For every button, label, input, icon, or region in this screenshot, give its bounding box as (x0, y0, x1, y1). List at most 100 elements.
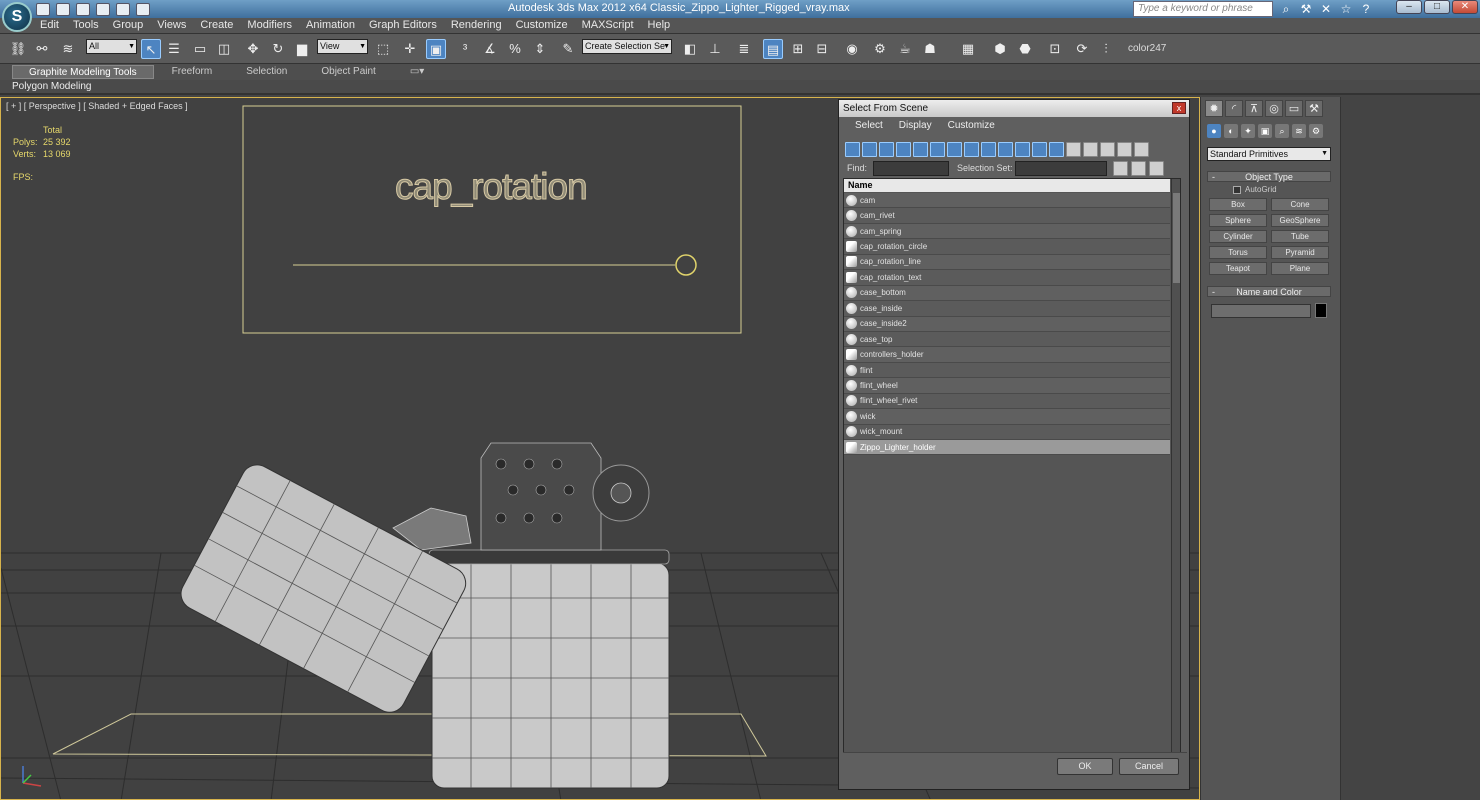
list-item[interactable]: wick_mount (844, 424, 1170, 440)
display-lights-icon[interactable] (879, 141, 894, 157)
lights-category-icon[interactable]: ✦ (1241, 124, 1255, 138)
help-question-icon[interactable]: ? (1358, 1, 1374, 17)
pivot-center-icon[interactable]: ⬚ (373, 39, 393, 59)
hierarchy-tab-icon[interactable]: ⊼ (1245, 100, 1263, 117)
scrollbar-thumb[interactable] (1173, 193, 1180, 283)
select-invert-icon[interactable] (1149, 161, 1164, 176)
teapot-button[interactable]: Teapot (1209, 262, 1267, 275)
list-item[interactable]: case_inside (844, 301, 1170, 317)
autogrid-option[interactable]: AutoGrid (1233, 185, 1277, 194)
rectangular-selection-icon[interactable]: ▭ (190, 39, 210, 59)
display-all-icon[interactable] (1049, 141, 1064, 157)
display-space-warps-icon[interactable] (930, 141, 945, 157)
helpers-category-icon[interactable]: ⌕ (1275, 124, 1289, 138)
pyramid-button[interactable]: Pyramid (1271, 246, 1329, 259)
save-file-icon[interactable] (76, 2, 90, 16)
menu-graph-editors[interactable]: Graph Editors (369, 19, 437, 31)
list-item[interactable]: cap_rotation_line (844, 254, 1170, 271)
mirror-icon[interactable]: ◧ (680, 39, 700, 59)
unlink-icon[interactable]: ⚯ (32, 39, 52, 59)
menu-customize[interactable]: Customize (516, 19, 568, 31)
scene-explorer-icon[interactable]: ⬢ (990, 39, 1010, 59)
object-color-swatch[interactable] (1315, 303, 1327, 318)
display-bones-icon[interactable] (981, 141, 996, 157)
name-column-header[interactable]: Name (844, 179, 1170, 192)
favorites-star-icon[interactable]: ☆ (1338, 1, 1354, 17)
binoculars-icon[interactable]: ⌕ (1278, 1, 1294, 17)
tube-button[interactable]: Tube (1271, 230, 1329, 243)
help-search-input[interactable]: Type a keyword or phrase (1133, 1, 1273, 17)
curve-editor-icon[interactable]: ⊞ (788, 39, 808, 59)
display-tab-icon[interactable]: ▭ (1285, 100, 1303, 117)
list-item[interactable]: Zippo_Lighter_holder (844, 440, 1170, 456)
redo-icon[interactable] (116, 2, 130, 16)
torus-button[interactable]: Torus (1209, 246, 1267, 259)
list-item[interactable]: cap_rotation_text (844, 270, 1170, 286)
menu-rendering[interactable]: Rendering (451, 19, 502, 31)
name-and-color-rollout[interactable]: Name and Color (1207, 286, 1331, 298)
object-name-field[interactable] (1211, 304, 1311, 318)
app-logo-button[interactable]: S (2, 2, 32, 32)
autogrid-checkbox[interactable] (1233, 185, 1241, 194)
percent-snap-icon[interactable]: % (505, 39, 525, 59)
reference-coordinate-dropdown[interactable]: View (317, 39, 368, 54)
primitive-category-dropdown[interactable]: Standard Primitives (1207, 147, 1331, 161)
list-item[interactable]: wick (844, 409, 1170, 425)
systems-category-icon[interactable]: ⚙ (1309, 124, 1323, 138)
spinner-snap-icon[interactable]: ⇕ (530, 39, 550, 59)
dialog-menu-customize[interactable]: Customize (948, 120, 995, 131)
rotate-icon[interactable]: ↻ (268, 39, 288, 59)
display-hidden-icon[interactable] (1032, 141, 1047, 157)
list-item[interactable]: controllers_holder (844, 347, 1170, 363)
material-editor-icon[interactable]: ◉ (842, 39, 862, 59)
cone-button[interactable]: Cone (1271, 198, 1329, 211)
list-item[interactable]: flint_wheel (844, 378, 1170, 394)
menu-create[interactable]: Create (200, 19, 233, 31)
viewport-label[interactable]: [ + ] [ Perspective ] [ Shaded + Edged F… (6, 101, 188, 111)
lighter-cap[interactable] (175, 459, 471, 718)
render-production-icon[interactable]: ☗ (920, 39, 940, 59)
angle-snap-icon[interactable]: ∡ (480, 39, 500, 59)
motion-tab-icon[interactable]: ◎ (1265, 100, 1283, 117)
display-xrefs-icon[interactable] (964, 141, 979, 157)
list-item[interactable]: cam_rivet (844, 208, 1170, 224)
list-item[interactable]: case_inside2 (844, 316, 1170, 332)
selection-set-dropdown[interactable] (1015, 161, 1107, 176)
display-invert-icon[interactable] (1083, 141, 1098, 157)
cap-rotation-circle[interactable] (675, 254, 697, 276)
display-geometry-icon[interactable] (845, 141, 860, 157)
named-selection-sets-dropdown[interactable]: Create Selection Se (582, 39, 672, 54)
select-all-icon[interactable] (1113, 161, 1128, 176)
display-groups-icon[interactable] (947, 141, 962, 157)
bind-space-warp-icon[interactable]: ≋ (58, 39, 78, 59)
cap-rotation-text[interactable]: cap_rotation (395, 166, 589, 208)
list-item[interactable]: flint (844, 362, 1170, 379)
communication-icon[interactable]: ✕ (1318, 1, 1334, 17)
flint-wheel-rivet[interactable] (610, 482, 632, 504)
sphere-button[interactable]: Sphere (1209, 214, 1267, 227)
space-warps-category-icon[interactable]: ≋ (1292, 124, 1306, 138)
hierarchy-tool-icon[interactable]: ⫶ (1096, 39, 1116, 59)
ribbon-tab-graphite-modeling-tools[interactable]: Graphite Modeling Tools (12, 65, 154, 79)
find-input[interactable] (873, 161, 949, 176)
layer-manager-icon[interactable]: ≣ (734, 39, 754, 59)
list-item[interactable]: flint_wheel_rivet (844, 393, 1170, 410)
select-and-manipulate-icon[interactable]: ✛ (400, 39, 420, 59)
link-icon[interactable]: ⛓ (8, 39, 28, 59)
select-none-icon[interactable] (1131, 161, 1146, 176)
object-type-rollout[interactable]: Object Type (1207, 171, 1331, 183)
polygon-modeling-panel[interactable]: Polygon Modeling (12, 81, 92, 92)
display-containers-icon[interactable] (998, 141, 1013, 157)
display-cameras-icon[interactable] (896, 141, 911, 157)
display-helpers-icon[interactable] (913, 141, 928, 157)
cameras-category-icon[interactable]: ▣ (1258, 124, 1272, 138)
filter-options-icon[interactable] (1134, 141, 1149, 157)
keyboard-shortcut-override-icon[interactable]: ▣ (426, 39, 446, 59)
create-tab-icon[interactable]: ✹ (1205, 100, 1223, 117)
menu-maxscript[interactable]: MAXScript (582, 19, 634, 31)
close-window-button[interactable]: ✕ (1452, 0, 1478, 14)
menu-group[interactable]: Group (113, 19, 144, 31)
display-shapes-icon[interactable] (862, 141, 877, 157)
dialog-close-button[interactable]: x (1172, 102, 1186, 114)
list-scrollbar[interactable] (1171, 179, 1180, 753)
